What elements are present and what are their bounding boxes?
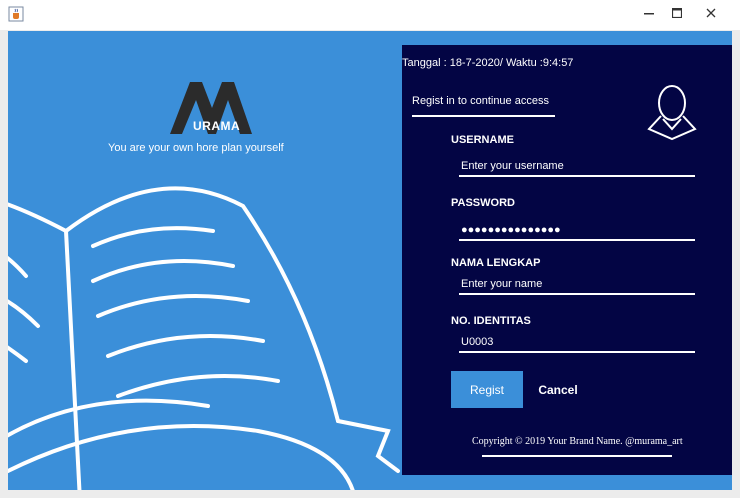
regist-button[interactable]: Regist [451,371,523,408]
username-input[interactable] [459,157,695,177]
id-number-label: NO. IDENTITAS [451,315,531,327]
close-button[interactable] [694,0,728,26]
username-label: USERNAME [451,134,514,146]
copyright-text: Copyright © 2019 Your Brand Name. @muram… [472,436,683,447]
logo-text: URAMA [193,119,241,133]
close-icon [706,8,716,18]
datetime-label: Tanggal : 18-7-2020/ Waktu :9:4:57 [402,57,574,69]
user-avatar-icon [647,85,697,141]
maximize-button[interactable] [660,0,694,26]
main-content: URAMA You are your own hore plan yoursel… [8,31,732,490]
tagline: You are your own hore plan yourself [108,142,284,154]
minimize-icon [644,13,654,15]
subtitle-underline [412,115,555,117]
java-cup-icon [8,6,24,22]
id-number-input[interactable] [459,333,695,353]
password-label: PASSWORD [451,197,515,209]
form-subtitle: Regist in to continue access [412,95,549,107]
password-input[interactable] [459,221,695,241]
fullname-input[interactable] [459,275,695,295]
title-bar [0,0,740,30]
registration-panel: Tanggal : 18-7-2020/ Waktu :9:4:57 Regis… [402,45,732,475]
open-book-illustration [8,186,400,490]
fullname-label: NAMA LENGKAP [451,257,541,269]
copyright-underline [482,455,672,457]
maximize-icon [672,8,682,18]
cancel-button[interactable]: Cancel [532,371,584,408]
